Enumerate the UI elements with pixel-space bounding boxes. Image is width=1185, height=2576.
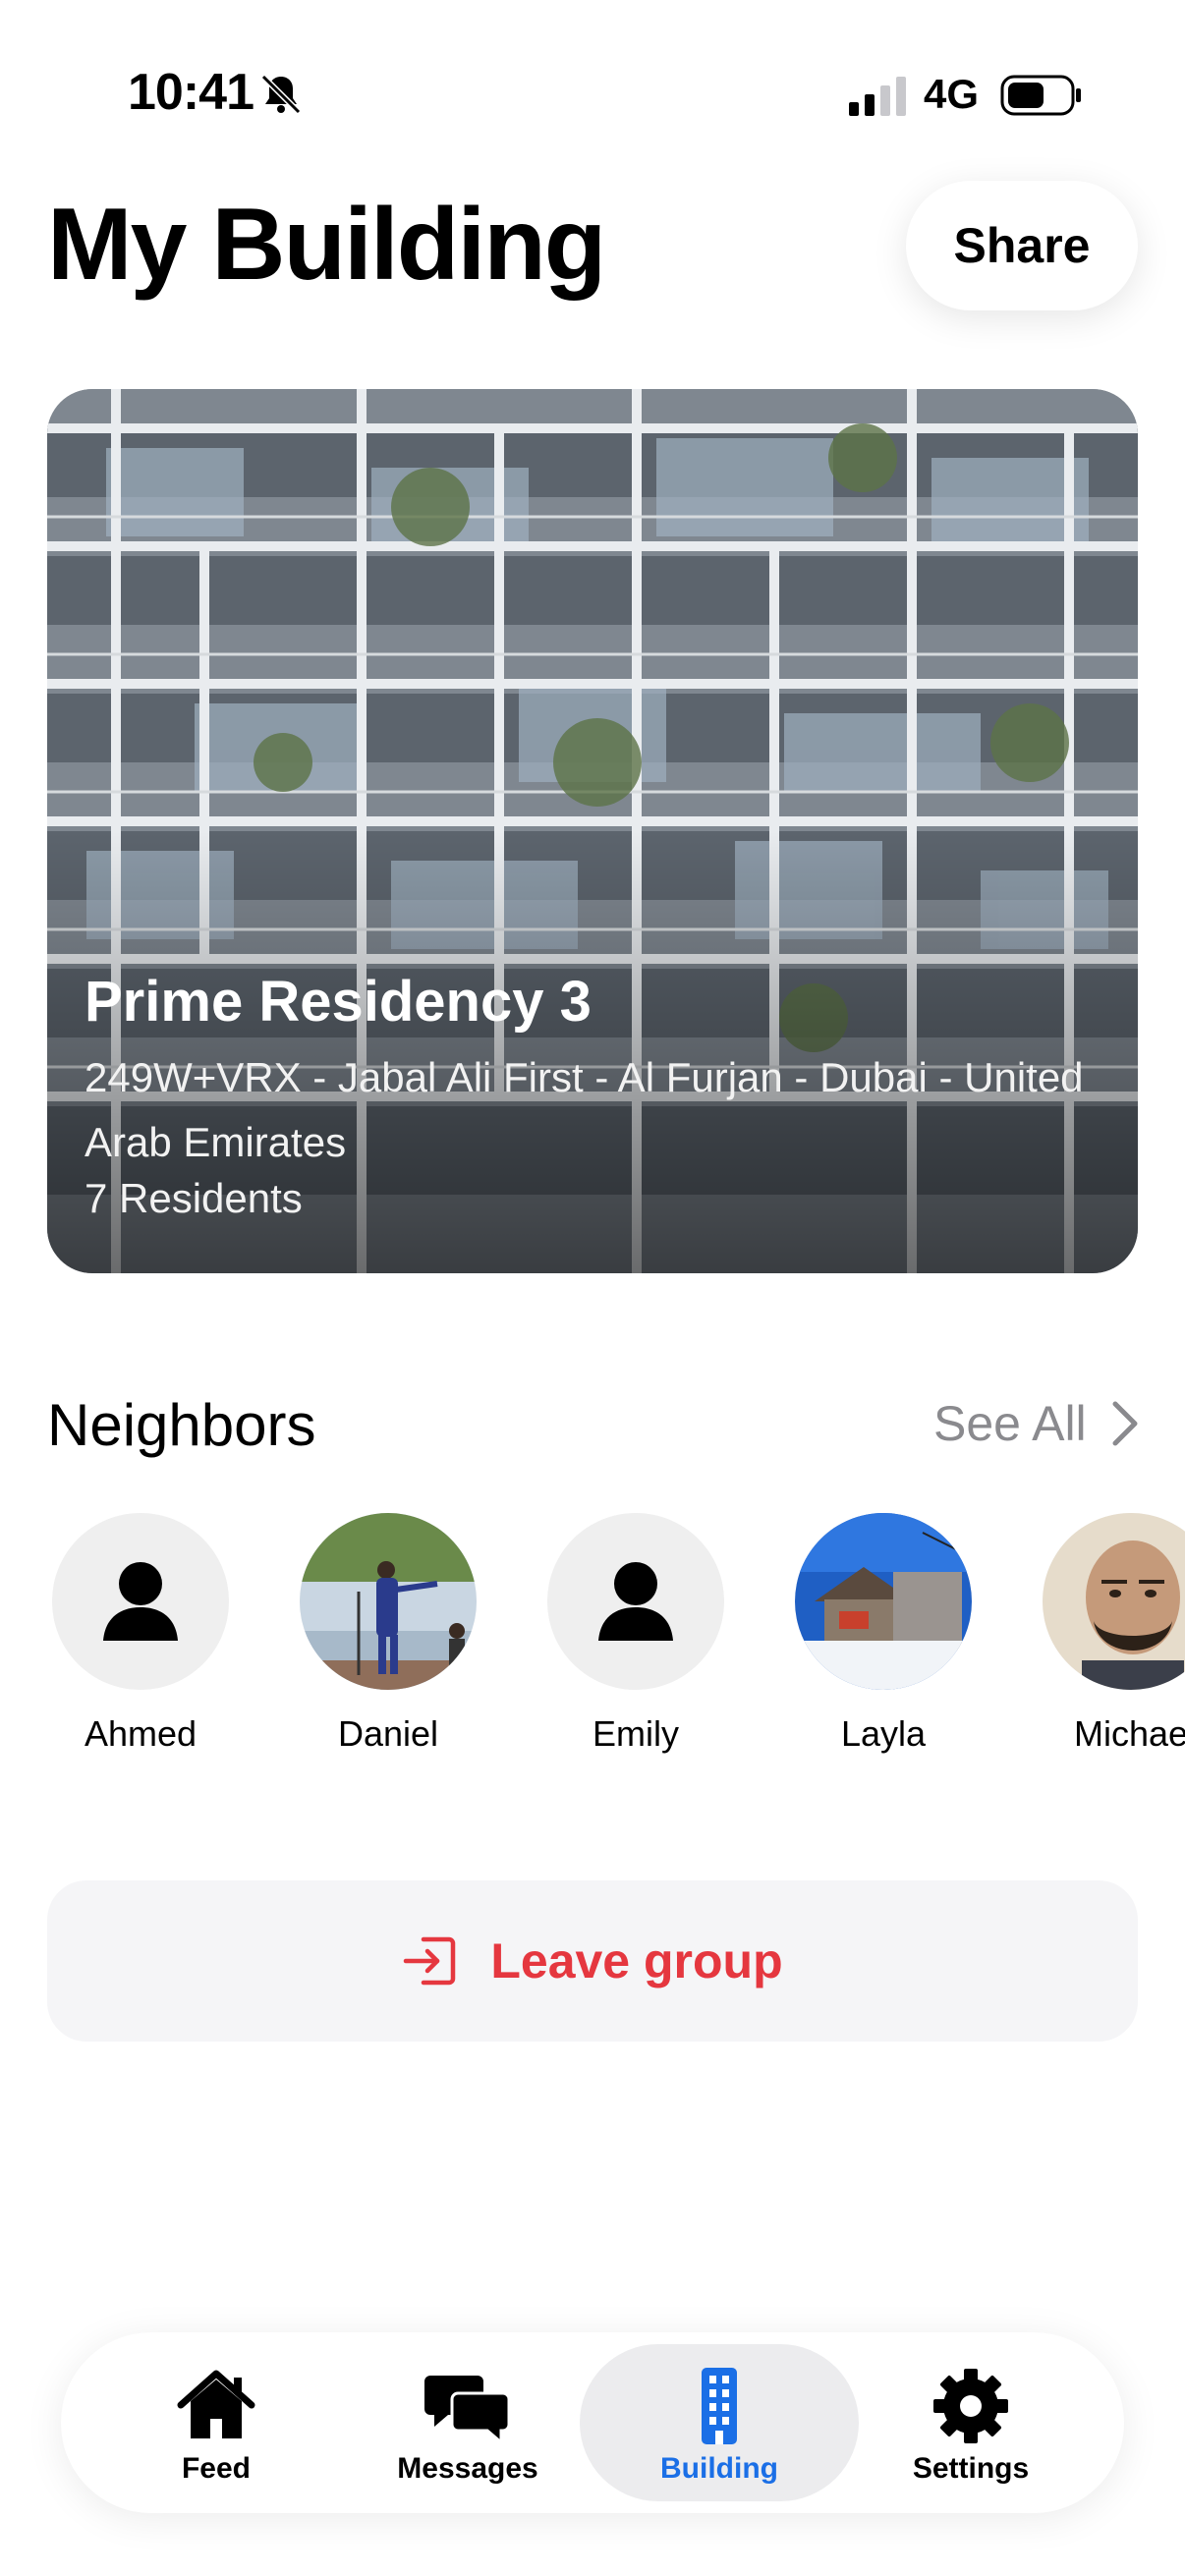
tab-settings[interactable]: Settings xyxy=(831,2344,1110,2501)
residents-count: 7 Residents xyxy=(85,1175,303,1221)
building-icon xyxy=(702,2368,737,2444)
status-time: 10:41 xyxy=(128,64,254,121)
avatar xyxy=(52,1513,229,1690)
tab-label: Building xyxy=(660,2452,778,2485)
neighbor-name: Michae xyxy=(1073,1713,1185,1754)
house-icon xyxy=(177,2370,255,2438)
neighbors-title: Neighbors xyxy=(47,1392,316,1458)
neighbor-name: Ahmed xyxy=(84,1713,198,1754)
tab-label: Settings xyxy=(912,2452,1030,2485)
gear-icon xyxy=(933,2369,1008,2443)
avatar-photo xyxy=(1043,1513,1185,1690)
see-all-link[interactable]: See All xyxy=(933,1395,1140,1452)
avatar xyxy=(300,1513,477,1690)
neighbor-michael[interactable]: Michae xyxy=(1007,1513,1185,1755)
avatar xyxy=(795,1513,972,1690)
chat-bubbles-icon xyxy=(424,2376,511,2446)
tab-building[interactable]: Building xyxy=(580,2344,859,2501)
avatar-photo xyxy=(795,1513,972,1690)
leave-icon xyxy=(404,1936,456,1986)
leave-group-label: Leave group xyxy=(490,1933,783,1988)
neighbor-layla[interactable]: Layla xyxy=(760,1513,1007,1755)
tab-feed[interactable]: Feed xyxy=(77,2344,356,2501)
building-address: 249W+VRX - Jabal Ali First - Al Furjan -… xyxy=(85,1054,1084,1165)
placeholder-person-icon xyxy=(52,1513,229,1690)
neighbor-ahmed[interactable]: Ahmed xyxy=(17,1513,264,1755)
avatar xyxy=(547,1513,724,1690)
tab-label: Messages xyxy=(397,2452,538,2485)
neighbor-daniel[interactable]: Daniel xyxy=(264,1513,512,1755)
bell-slash-icon xyxy=(257,71,305,118)
chevron-right-icon xyxy=(1112,1401,1138,1446)
avatar-photo xyxy=(300,1513,477,1690)
tab-label: Feed xyxy=(181,2452,252,2485)
see-all-label: See All xyxy=(933,1396,1087,1451)
neighbor-name: Layla xyxy=(840,1713,927,1754)
page-title: My Building xyxy=(47,188,606,302)
status-bar: 10:41 4G xyxy=(0,0,1185,196)
avatar xyxy=(1043,1513,1185,1690)
neighbors-list: Ahmed Daniel Emily Layla Michae xyxy=(0,1513,1185,1768)
network-type: 4G xyxy=(924,71,980,117)
placeholder-person-icon xyxy=(547,1513,724,1690)
share-button[interactable]: Share xyxy=(906,181,1138,310)
tab-messages[interactable]: Messages xyxy=(328,2344,607,2501)
building-name: Prime Residency 3 xyxy=(85,970,592,1034)
tab-bar: Feed Messages Building Settings xyxy=(61,2332,1124,2513)
leave-group-button[interactable]: Leave group xyxy=(47,1880,1138,2042)
neighbor-name: Daniel xyxy=(337,1713,439,1754)
building-card[interactable]: Prime Residency 3 249W+VRX - Jabal Ali F… xyxy=(47,389,1138,1273)
neighbor-emily[interactable]: Emily xyxy=(512,1513,760,1755)
neighbor-name: Emily xyxy=(592,1713,679,1754)
signal-icon xyxy=(849,77,908,116)
battery-icon xyxy=(1000,75,1083,116)
